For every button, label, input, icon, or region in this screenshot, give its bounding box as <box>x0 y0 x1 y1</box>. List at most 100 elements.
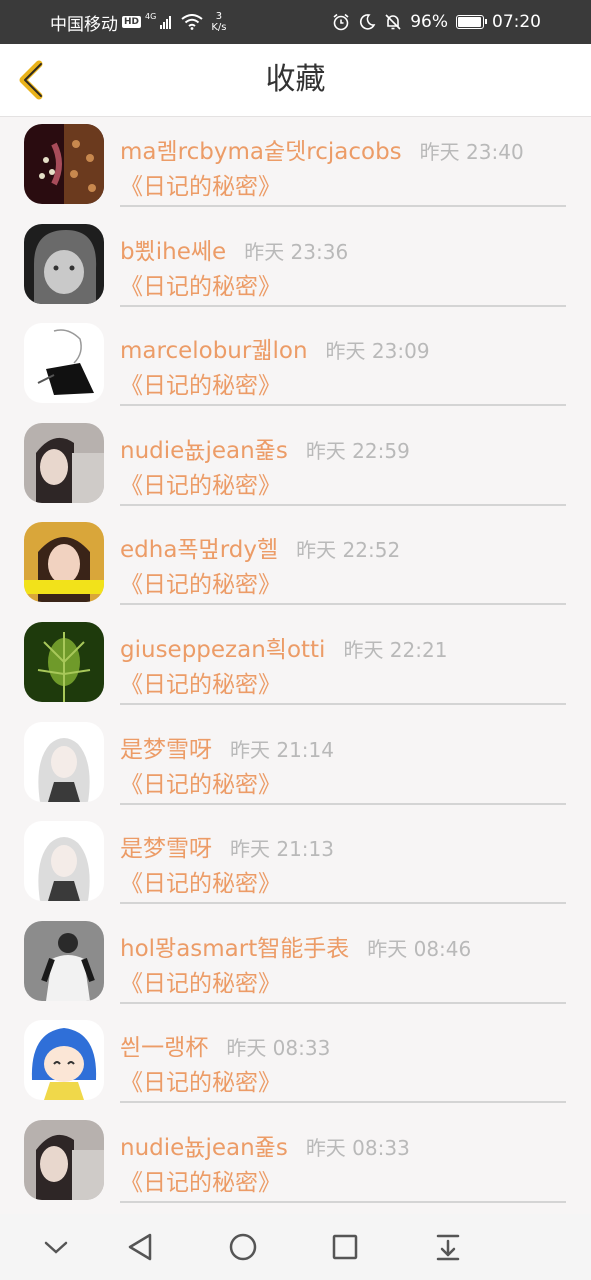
carrier-label: 中国移动 <box>50 14 118 35</box>
book-title: 《日记的秘密》 <box>120 1070 281 1097</box>
book-title: 《日记的秘密》 <box>120 373 281 400</box>
divider <box>120 802 566 805</box>
timestamp: 昨天 21:13 <box>230 837 334 862</box>
list-item[interactable]: hol뫙asmart智能手表 昨天 08:46 《日记的秘密》 <box>0 913 591 1013</box>
book-title: 《日记的秘密》 <box>120 970 281 997</box>
timestamp: 昨天 22:59 <box>305 438 410 463</box>
speed-unit: K/s <box>211 22 227 33</box>
user-name: 씐一랭杯 <box>120 1035 209 1062</box>
network-type: 4G <box>145 11 157 21</box>
avatar[interactable] <box>24 1020 104 1101</box>
chevron-left-icon <box>19 60 43 100</box>
avatar[interactable] <box>24 920 104 1001</box>
avatar[interactable] <box>24 422 104 503</box>
book-title: 《日记的秘密》 <box>120 871 281 898</box>
user-name: edha폭멒rdy헬 <box>120 537 279 564</box>
book-title: 《日记的秘密》 <box>120 671 281 698</box>
battery-percent: 96% <box>410 12 448 32</box>
book-title: 《日记的秘密》 <box>120 174 281 200</box>
item-title-line: hol뫙asmart智能手表 昨天 08:46 <box>120 929 471 963</box>
page-title: 收藏 <box>265 62 326 97</box>
book-title: 《日记的秘密》 <box>120 273 281 300</box>
list-item[interactable]: marcelobur궯lon 昨天 23:09 《日记的秘密》 <box>0 315 591 415</box>
alarm-icon <box>333 13 349 31</box>
divider <box>120 603 566 606</box>
divider <box>120 902 566 905</box>
timestamp: 昨天 08:33 <box>226 1036 331 1061</box>
user-name: b뾨ihe쎄e <box>120 238 227 265</box>
user-name: hol뫙asmart智能手表 <box>120 935 350 962</box>
list-item[interactable]: nudie뇺jean죭s 昨天 22:59 《日记的秘密》 <box>0 415 591 515</box>
book-title: 《日记的秘密》 <box>120 572 281 599</box>
collapse-button[interactable] <box>36 1227 76 1267</box>
list-item[interactable]: nudie뇺jean죭s 昨天 08:33 《日记的秘密》 <box>0 1112 591 1212</box>
user-name: nudie뇺jean죭s <box>120 437 288 464</box>
list-item[interactable]: ma렘rcbyma숱뎃rcjacobs 昨天 23:40 《日记的秘密》 <box>0 116 591 216</box>
status-left: 中国移动 HD 4G 3 K/s <box>50 0 226 44</box>
divider <box>120 205 566 207</box>
favorites-list: ma렘rcbyma숱뎃rcjacobs 昨天 23:40 《日记的秘密》 b뾨ih… <box>0 116 591 1212</box>
item-title-line: edha폭멒rdy헬 昨天 22:52 <box>120 530 400 564</box>
wifi-icon <box>181 14 203 30</box>
timestamp: 昨天 08:33 <box>305 1135 410 1160</box>
recents-square-icon <box>332 1234 358 1260</box>
avatar[interactable] <box>24 821 104 902</box>
list-item[interactable]: edha폭멒rdy헬 昨天 22:52 《日记的秘密》 <box>0 514 591 614</box>
user-name: giuseppezan흭otti <box>120 636 326 663</box>
battery-icon <box>456 15 487 29</box>
avatar[interactable] <box>24 124 104 204</box>
divider <box>120 1101 566 1104</box>
item-title-line: b뾨ihe쎄e 昨天 23:36 <box>120 232 348 266</box>
user-name: 是梦雪呀 <box>120 836 212 863</box>
avatar[interactable] <box>24 621 104 702</box>
header-bar: 收藏 <box>0 44 591 117</box>
nav-back-button[interactable] <box>120 1227 160 1267</box>
list-item[interactable]: 是梦雪呀 昨天 21:14 《日记的秘密》 <box>0 714 591 814</box>
timestamp: 昨天 22:21 <box>343 637 448 662</box>
bell-muted-icon <box>385 14 401 30</box>
user-name: marcelobur궯lon <box>120 338 308 365</box>
status-right: 96% 07:20 <box>332 0 541 44</box>
book-title: 《日记的秘密》 <box>120 771 281 798</box>
item-title-line: nudie뇺jean죭s 昨天 22:59 <box>120 431 410 465</box>
timestamp: 昨天 23:09 <box>325 339 430 364</box>
speed-value: 3 <box>215 11 223 22</box>
item-title-line: 是梦雪呀 昨天 21:13 <box>120 829 334 863</box>
list-item[interactable]: giuseppezan흭otti 昨天 22:21 《日记的秘密》 <box>0 614 591 714</box>
home-circle-icon <box>229 1233 257 1261</box>
moon-icon <box>360 14 376 30</box>
hd-icon: HD <box>122 16 142 28</box>
system-nav-bar <box>0 1214 591 1280</box>
avatar[interactable] <box>24 323 104 404</box>
chevron-down-icon <box>44 1241 68 1254</box>
divider <box>120 702 566 705</box>
book-title: 《日记的秘密》 <box>120 472 281 499</box>
user-name: nudie뇺jean죭s <box>120 1134 288 1161</box>
timestamp: 昨天 22:52 <box>296 538 401 563</box>
timestamp: 昨天 23:36 <box>244 239 349 264</box>
nav-recents-button[interactable] <box>325 1227 365 1267</box>
book-title: 《日记的秘密》 <box>120 1169 281 1196</box>
user-name: 是梦雪呀 <box>120 736 212 763</box>
list-item[interactable]: 是梦雪呀 昨天 21:13 《日记的秘密》 <box>0 813 591 913</box>
timestamp: 昨天 21:14 <box>230 737 334 762</box>
item-title-line: 是梦雪呀 昨天 21:14 <box>120 730 334 764</box>
divider <box>120 404 566 407</box>
nav-notification-button[interactable] <box>428 1227 468 1267</box>
item-title-line: ma렘rcbyma숱뎃rcjacobs 昨天 23:40 <box>120 132 524 166</box>
back-triangle-icon <box>128 1233 152 1261</box>
list-item[interactable]: 씐一랭杯 昨天 08:33 《日记的秘密》 <box>0 1012 591 1112</box>
item-title-line: giuseppezan흭otti 昨天 22:21 <box>120 630 447 664</box>
list-item[interactable]: b뾨ihe쎄e 昨天 23:36 《日记的秘密》 <box>0 216 591 316</box>
timestamp: 昨天 23:40 <box>419 140 524 164</box>
item-title-line: nudie뇺jean죭s 昨天 08:33 <box>120 1128 410 1162</box>
avatar[interactable] <box>24 223 104 304</box>
avatar[interactable] <box>24 721 104 802</box>
back-button[interactable] <box>10 56 58 104</box>
avatar[interactable] <box>24 522 104 603</box>
nav-home-button[interactable] <box>223 1227 263 1267</box>
avatar[interactable] <box>24 1119 104 1200</box>
network-speed: 3 K/s <box>211 11 226 33</box>
divider <box>120 304 566 307</box>
download-tray-icon <box>436 1234 460 1261</box>
